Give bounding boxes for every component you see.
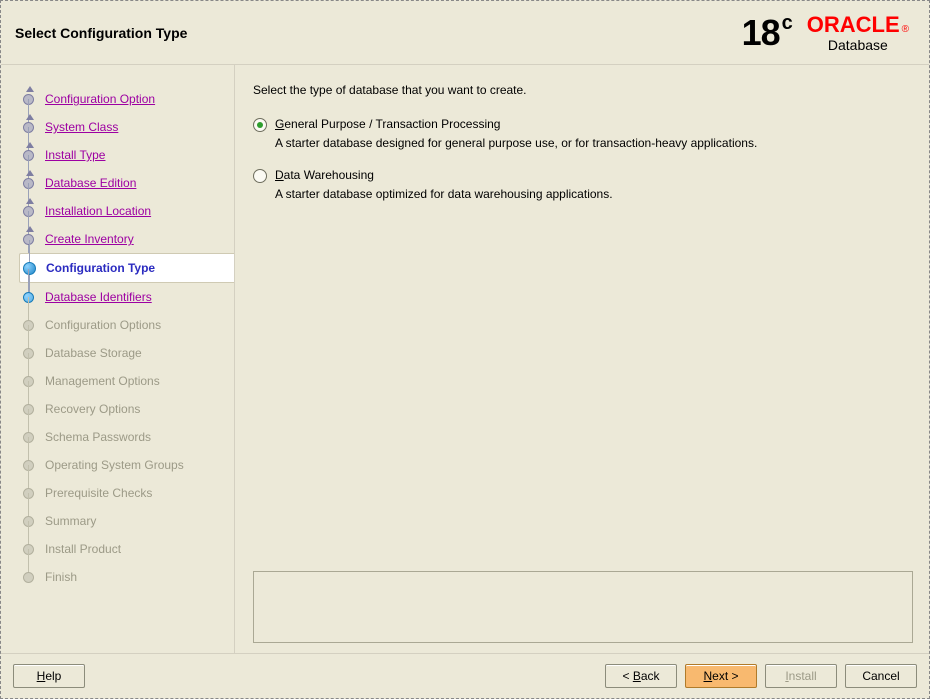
log-area: [253, 571, 913, 643]
nav-step-configuration-type: Configuration Type: [19, 253, 235, 283]
nav-step-label: Configuration Options: [45, 318, 161, 332]
nav-step-label: Create Inventory: [45, 232, 134, 246]
nav-step-marker: [19, 451, 39, 479]
nav-step-install-type[interactable]: Install Type: [19, 141, 234, 169]
nav-step-dot-icon: [23, 262, 36, 275]
cancel-button[interactable]: Cancel: [845, 664, 917, 688]
nav-step-label: Installation Location: [45, 204, 151, 218]
brand-version-suffix: c: [782, 12, 793, 34]
nav-step-installation-location[interactable]: Installation Location: [19, 197, 234, 225]
nav-step-create-inventory[interactable]: Create Inventory: [19, 225, 234, 253]
nav-step-system-class[interactable]: System Class: [19, 113, 234, 141]
brand-sub: Database: [828, 38, 888, 52]
nav-step-label: Database Storage: [45, 346, 142, 360]
middle: Configuration Option System Class Install …: [1, 65, 929, 653]
nav-step-marker: [19, 423, 39, 451]
brand-reg: ®: [902, 24, 909, 35]
brand-oracle: ORACLE® Database: [807, 14, 909, 52]
nav-step-marker: [19, 283, 39, 311]
nav-step-finish: Finish: [19, 563, 234, 591]
option-general-radio[interactable]: [253, 118, 267, 132]
nav-step-label: Install Type: [45, 148, 105, 162]
nav-step-marker: [19, 339, 39, 367]
footer: Help < Back Next > Install Cancel: [1, 653, 929, 698]
nav-step-prerequisite-checks: Prerequisite Checks: [19, 479, 234, 507]
nav-step-management-options: Management Options: [19, 367, 234, 395]
nav-step-marker: [20, 254, 40, 282]
nav-step-label: Finish: [45, 570, 77, 584]
nav-step-marker: [19, 141, 39, 169]
nav-step-schema-passwords: Schema Passwords: [19, 423, 234, 451]
nav-step-install-product: Install Product: [19, 535, 234, 563]
nav-step-label: Database Edition: [45, 176, 136, 190]
header: Select Configuration Type 18c ORACLE® Da…: [1, 1, 929, 65]
nav-step-label: Recovery Options: [45, 402, 140, 416]
nav-step-dot-icon: [23, 572, 34, 583]
nav-step-label: Database Identifiers: [45, 290, 152, 304]
option-group: General Purpose / Transaction Processing…: [253, 111, 913, 219]
nav-step-label: Operating System Groups: [45, 458, 184, 472]
nav-step-configuration-options: Configuration Options: [19, 311, 234, 339]
brand-version-number: 18: [742, 12, 780, 53]
nav-step-database-identifiers[interactable]: Database Identifiers: [19, 283, 234, 311]
brand-version: 18c: [742, 12, 793, 54]
nav-step-summary: Summary: [19, 507, 234, 535]
instruction-text: Select the type of database that you wan…: [253, 83, 913, 97]
nav-step-label: Schema Passwords: [45, 430, 151, 444]
nav-step-label: System Class: [45, 120, 118, 134]
page-title: Select Configuration Type: [15, 25, 187, 41]
next-button[interactable]: Next >: [685, 664, 757, 688]
nav-step-marker: [19, 507, 39, 535]
option-dw-label[interactable]: Data Warehousing: [275, 168, 374, 182]
nav-step-label: Configuration Type: [46, 261, 155, 275]
option-general-label[interactable]: General Purpose / Transaction Processing: [275, 117, 500, 131]
nav-step-label: Prerequisite Checks: [45, 486, 152, 500]
option-dw: Data Warehousing: [253, 168, 913, 183]
nav-step-label: Configuration Option: [45, 92, 155, 106]
option-dw-description: A starter database optimized for data wa…: [275, 187, 913, 201]
nav-step-marker: [19, 113, 39, 141]
nav-step-marker: [19, 563, 39, 591]
nav-step-marker: [19, 85, 39, 113]
nav-step-label: Summary: [45, 514, 96, 528]
option-dw-radio[interactable]: [253, 169, 267, 183]
brand: 18c ORACLE® Database: [742, 12, 909, 54]
nav-step-marker: [19, 535, 39, 563]
nav-step-marker: [19, 197, 39, 225]
back-button[interactable]: < Back: [605, 664, 677, 688]
nav-step-marker: [19, 395, 39, 423]
nav-step-marker: [19, 311, 39, 339]
nav-step-label: Management Options: [45, 374, 160, 388]
step-nav: Configuration Option System Class Install …: [1, 65, 235, 653]
option-general-description: A starter database designed for general …: [275, 136, 913, 150]
nav-step-label: Install Product: [45, 542, 121, 556]
nav-step-database-edition[interactable]: Database Edition: [19, 169, 234, 197]
main-panel: Select the type of database that you wan…: [235, 65, 929, 653]
nav-step-marker: [19, 367, 39, 395]
wizard-window: Select Configuration Type 18c ORACLE® Da…: [0, 0, 930, 699]
nav-step-configuration-option[interactable]: Configuration Option: [19, 85, 234, 113]
option-general: General Purpose / Transaction Processing: [253, 117, 913, 132]
nav-step-recovery-options: Recovery Options: [19, 395, 234, 423]
help-button[interactable]: Help: [13, 664, 85, 688]
nav-step-marker: [19, 169, 39, 197]
nav-step-database-storage: Database Storage: [19, 339, 234, 367]
install-button[interactable]: Install: [765, 664, 837, 688]
nav-step-operating-system-groups: Operating System Groups: [19, 451, 234, 479]
brand-name: ORACLE: [807, 12, 900, 37]
nav-step-marker: [19, 479, 39, 507]
